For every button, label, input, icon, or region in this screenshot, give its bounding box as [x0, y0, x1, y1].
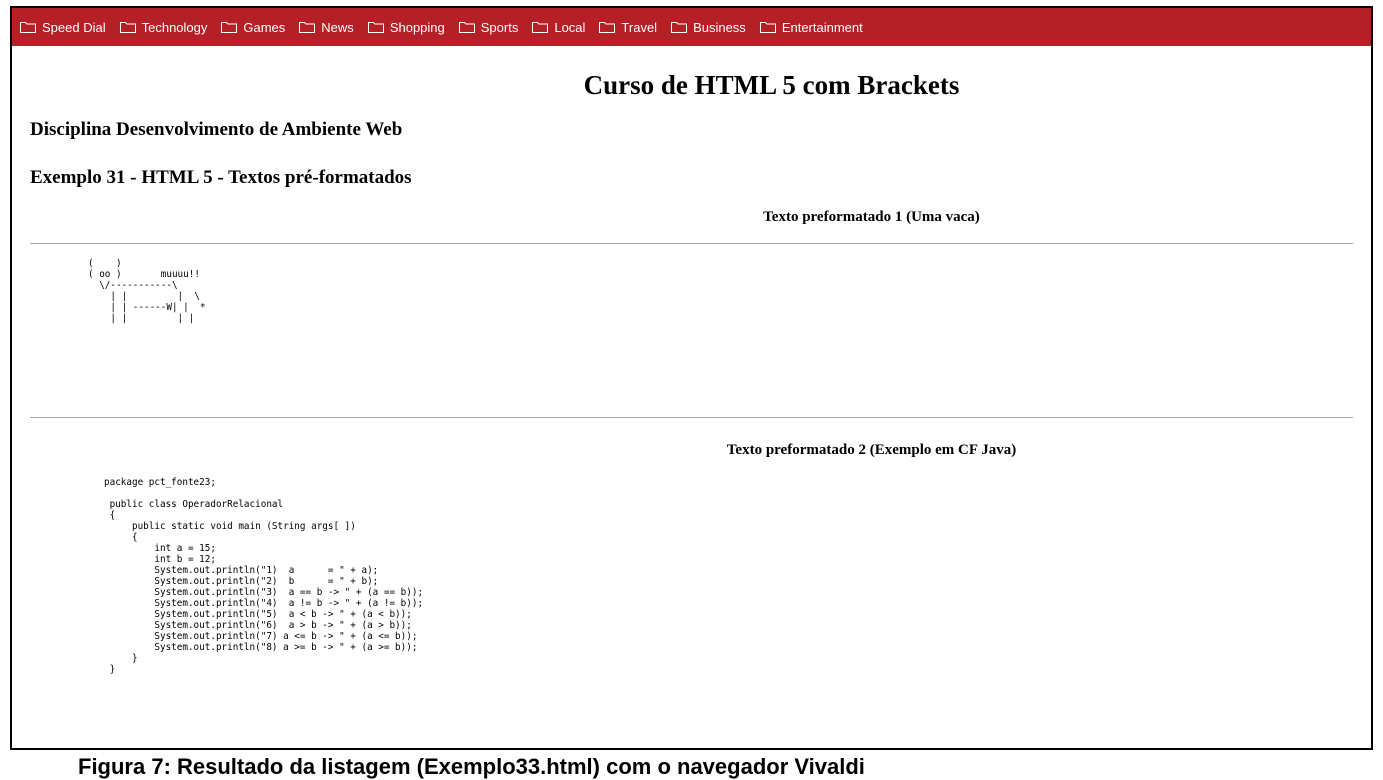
bookmarks-bar: Speed Dial Technology Games News Shoppin…: [12, 8, 1371, 46]
bookmark-shopping[interactable]: Shopping: [367, 19, 445, 35]
section2-heading: Texto preformatado 2 (Exemplo em CF Java…: [726, 442, 1017, 458]
page-subtitle: Disciplina Desenvolvimento de Ambiente W…: [30, 119, 403, 140]
bookmark-label: Business: [693, 19, 746, 35]
bookmark-entertainment[interactable]: Entertainment: [759, 19, 863, 35]
bookmark-label: Games: [243, 19, 286, 35]
bookmark-travel[interactable]: Travel: [599, 20, 657, 35]
bookmark-label: Sports: [480, 19, 519, 35]
browser-viewport: Speed Dial Technology Games News Shoppin…: [10, 6, 1373, 750]
bookmark-label: News: [321, 19, 354, 35]
folder-icon: [221, 21, 238, 33]
folder-icon: [119, 21, 136, 33]
bookmark-news[interactable]: News: [299, 20, 354, 35]
folder-icon: [20, 21, 36, 33]
cow-ascii-art: ( ) ( oo ) muuuu!! \/-----------\ | | | …: [88, 258, 206, 324]
page-title: Curso de HTML 5 com Brackets: [583, 70, 960, 100]
folder-icon: [671, 21, 688, 33]
java-code-block: package pct_fonte23; public class Operad…: [104, 477, 424, 675]
bookmark-local[interactable]: Local: [532, 20, 585, 35]
bookmark-label: Technology: [141, 19, 208, 35]
bookmark-label: Speed Dial: [42, 19, 106, 35]
bookmark-speed-dial[interactable]: Speed Dial: [20, 20, 106, 35]
page-content: Curso de HTML 5 com Brackets Disciplina …: [12, 70, 1371, 675]
folder-icon: [759, 21, 776, 33]
bookmark-label: Shopping: [389, 19, 445, 35]
divider: [30, 417, 1353, 418]
bookmark-label: Local: [554, 19, 586, 35]
folder-icon: [532, 21, 549, 33]
folder-icon: [458, 21, 475, 33]
bookmark-label: Travel: [621, 19, 658, 35]
figure-caption: Figura 7: Resultado da listagem (Exemplo…: [78, 754, 865, 779]
folder-icon: [367, 21, 384, 33]
divider: [30, 243, 1353, 244]
bookmark-business[interactable]: Business: [671, 20, 746, 35]
bookmark-sports[interactable]: Sports: [458, 19, 519, 35]
section1-heading: Texto preformatado 1 (Uma vaca): [763, 209, 980, 225]
folder-icon: [599, 21, 616, 33]
bookmark-games[interactable]: Games: [221, 20, 285, 35]
bookmark-technology[interactable]: Technology: [119, 19, 208, 35]
folder-icon: [299, 21, 316, 33]
example-heading: Exemplo 31 - HTML 5 - Textos pré-formata…: [30, 167, 412, 188]
bookmark-label: Entertainment: [781, 19, 863, 35]
